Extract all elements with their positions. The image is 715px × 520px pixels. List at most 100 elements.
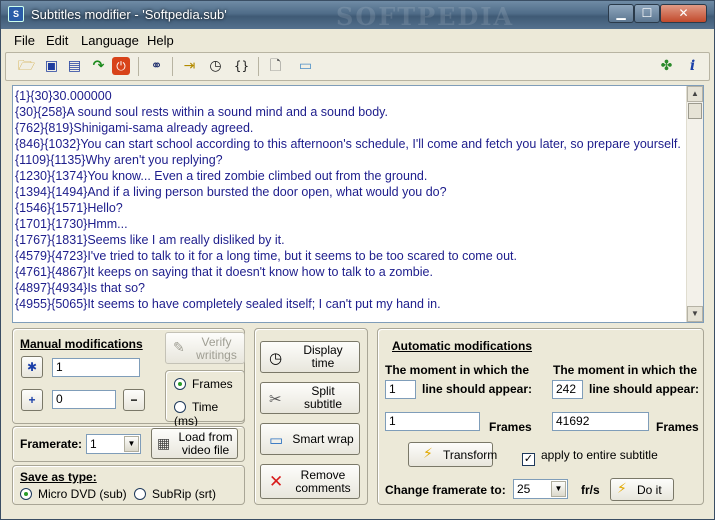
subtitle-line: {1546}{1571}Hello?: [15, 201, 123, 215]
menu-file[interactable]: File: [14, 33, 35, 48]
menu-language[interactable]: Language: [81, 33, 139, 48]
verify-icon: ✎: [173, 340, 185, 356]
manual-value-field-2[interactable]: 0: [52, 390, 116, 409]
app-icon: S: [8, 6, 24, 22]
open-folder-icon[interactable]: 🗁: [16, 56, 37, 77]
insert-text-icon[interactable]: ⇥: [179, 56, 200, 77]
moment-label-left: The moment in which the: [385, 363, 530, 377]
save-icon[interactable]: ▣: [41, 56, 62, 77]
subtitle-line: {4955}{5065}It seems to have completely …: [15, 297, 441, 311]
save-type-label: Save as type:: [20, 470, 97, 484]
toolbar-separator: [258, 57, 259, 76]
monitor-icon: ▭: [269, 431, 284, 449]
star-button[interactable]: ✱: [21, 356, 43, 378]
manual-modifications-label: Manual modifications: [20, 337, 143, 351]
toolbar-separator: [172, 57, 173, 76]
menu-bar: File Edit Language Help: [1, 31, 714, 51]
right-line-field[interactable]: 242: [552, 380, 583, 399]
verify-writings-button[interactable]: ✎ Verify writings: [165, 332, 245, 364]
toolbar: 🗁 ▣ ▤ ↷ ⏻ ⚭ ⇥ ◷ {} 🗋 ▭ ✤ i: [5, 52, 710, 81]
frames-radio-dot: [174, 378, 186, 390]
subtitle-line: {30}{258}A sound soul rests within a sou…: [15, 105, 388, 119]
automatic-modifications-group: Automatic modifications The moment in wh…: [377, 328, 704, 505]
subtitle-line: {4761}{4867}It keeps on saying that it d…: [15, 265, 433, 279]
change-framerate-select[interactable]: 25 ▼: [513, 479, 568, 499]
app-window: S Subtitles modifier - 'Softpedia.sub' S…: [0, 0, 715, 520]
red-x-icon: ✕: [269, 472, 284, 492]
document-icon[interactable]: 🗋: [265, 56, 286, 77]
title-bar[interactable]: S Subtitles modifier - 'Softpedia.sub' S…: [1, 1, 714, 31]
subtitle-line: {4579}{4723}I've tried to talk to it for…: [15, 249, 517, 263]
line-appear-label-right: line should appear:: [589, 382, 700, 396]
split-subtitle-button[interactable]: ✂ Split subtitle: [260, 382, 360, 414]
minus-button[interactable]: −: [123, 389, 145, 411]
manual-value-field-1[interactable]: 1: [52, 358, 140, 377]
time-ms-radio[interactable]: Time (ms): [174, 400, 244, 428]
scroll-up-arrow-icon[interactable]: ▲: [687, 86, 703, 102]
line-appear-label-left: line should appear:: [422, 382, 533, 396]
framerate-select[interactable]: 1 ▼: [86, 434, 141, 454]
minimize-button[interactable]: ▁: [608, 4, 634, 23]
subtitle-line: {4897}{4934}Is that so?: [15, 281, 145, 295]
window-icon[interactable]: ▭: [295, 56, 316, 77]
scissors-icon: ✂: [269, 390, 282, 408]
subtitle-line: {1394}{1494}And if a living person burst…: [15, 185, 447, 199]
time-radio-dot: [174, 401, 186, 413]
subtitle-line: {1}{30}30.000000: [15, 89, 112, 103]
chevron-down-icon[interactable]: ▼: [124, 436, 139, 452]
info-icon[interactable]: i: [682, 56, 703, 77]
vertical-scrollbar[interactable]: ▲ ▼: [686, 86, 703, 322]
display-time-button[interactable]: ◷ Display time: [260, 341, 360, 373]
left-frames-unit: Frames: [489, 420, 532, 434]
save-type-group: Save as type: Micro DVD (sub) SubRip (sr…: [12, 465, 245, 505]
plus-button[interactable]: +: [21, 389, 43, 411]
close-button[interactable]: ✕: [660, 4, 707, 23]
subtitle-editor[interactable]: {1}{30}30.000000 {30}{258}A sound soul re…: [12, 85, 704, 323]
chevron-down-icon[interactable]: ▼: [551, 481, 566, 497]
subtitle-line: {846}{1032}You can start school accordin…: [15, 137, 681, 151]
fr-unit-label: fr/s: [581, 483, 600, 497]
lightning-icon: ⚡: [423, 446, 433, 462]
frames-radio[interactable]: Frames: [174, 377, 233, 391]
micro-dvd-radio[interactable]: Micro DVD (sub): [20, 487, 127, 501]
framerate-label: Framerate:: [20, 437, 83, 451]
remove-comments-button[interactable]: ✕ Remove comments: [260, 464, 360, 499]
plugin-icon[interactable]: ✤: [656, 56, 677, 77]
power-icon[interactable]: ⏻: [112, 57, 130, 75]
save-as-icon[interactable]: ▤: [64, 56, 85, 77]
moment-label-right: The moment in which the: [553, 363, 698, 377]
left-frames-field[interactable]: 1: [385, 412, 480, 431]
subtitle-line: {1230}{1374}You know... Even a tired zom…: [15, 169, 428, 183]
right-frames-unit: Frames: [656, 420, 699, 434]
subtitle-line: {1109}{1135}Why aren't you replying?: [15, 153, 223, 167]
menu-edit[interactable]: Edit: [46, 33, 68, 48]
do-it-button[interactable]: ⚡ Do it: [610, 478, 674, 501]
window-title: Subtitles modifier - 'Softpedia.sub': [31, 7, 227, 22]
softpedia-watermark: SOFTPEDIA: [336, 2, 515, 31]
change-framerate-label: Change framerate to:: [385, 483, 506, 497]
smart-wrap-button[interactable]: ▭ Smart wrap: [260, 423, 360, 455]
maximize-button[interactable]: ☐: [634, 4, 660, 23]
scroll-thumb[interactable]: [688, 103, 702, 119]
binoculars-icon[interactable]: ⚭: [146, 56, 167, 77]
braces-icon[interactable]: {}: [231, 56, 252, 77]
apply-entire-checkbox[interactable]: ✓ apply to entire subtitle: [522, 448, 658, 466]
subtitle-line: {762}{819}Shinigami-sama already agreed.: [15, 121, 254, 135]
subtitle-lines: {1}{30}30.000000 {30}{258}A sound soul re…: [15, 88, 687, 312]
redo-icon[interactable]: ↷: [88, 56, 109, 77]
toolbar-separator: [138, 57, 139, 76]
checkmark-icon: ✓: [522, 453, 535, 466]
film-icon: ▦: [157, 436, 171, 452]
subtitle-line: {1767}{1831}Seems like I am really disli…: [15, 233, 285, 247]
right-frames-field[interactable]: 41692: [552, 412, 649, 431]
micro-dvd-radio-dot: [20, 488, 32, 500]
transform-button[interactable]: ⚡ Transform: [408, 442, 497, 467]
unit-group: Frames Time (ms): [165, 370, 245, 428]
scroll-down-arrow-icon[interactable]: ▼: [687, 306, 703, 322]
load-from-video-button[interactable]: ▦ Load from video file: [151, 428, 238, 459]
subrip-radio[interactable]: SubRip (srt): [134, 487, 216, 501]
left-line-field[interactable]: 1: [385, 380, 416, 399]
timer-icon[interactable]: ◷: [205, 56, 226, 77]
clock-icon: ◷: [269, 349, 283, 367]
menu-help[interactable]: Help: [147, 33, 174, 48]
